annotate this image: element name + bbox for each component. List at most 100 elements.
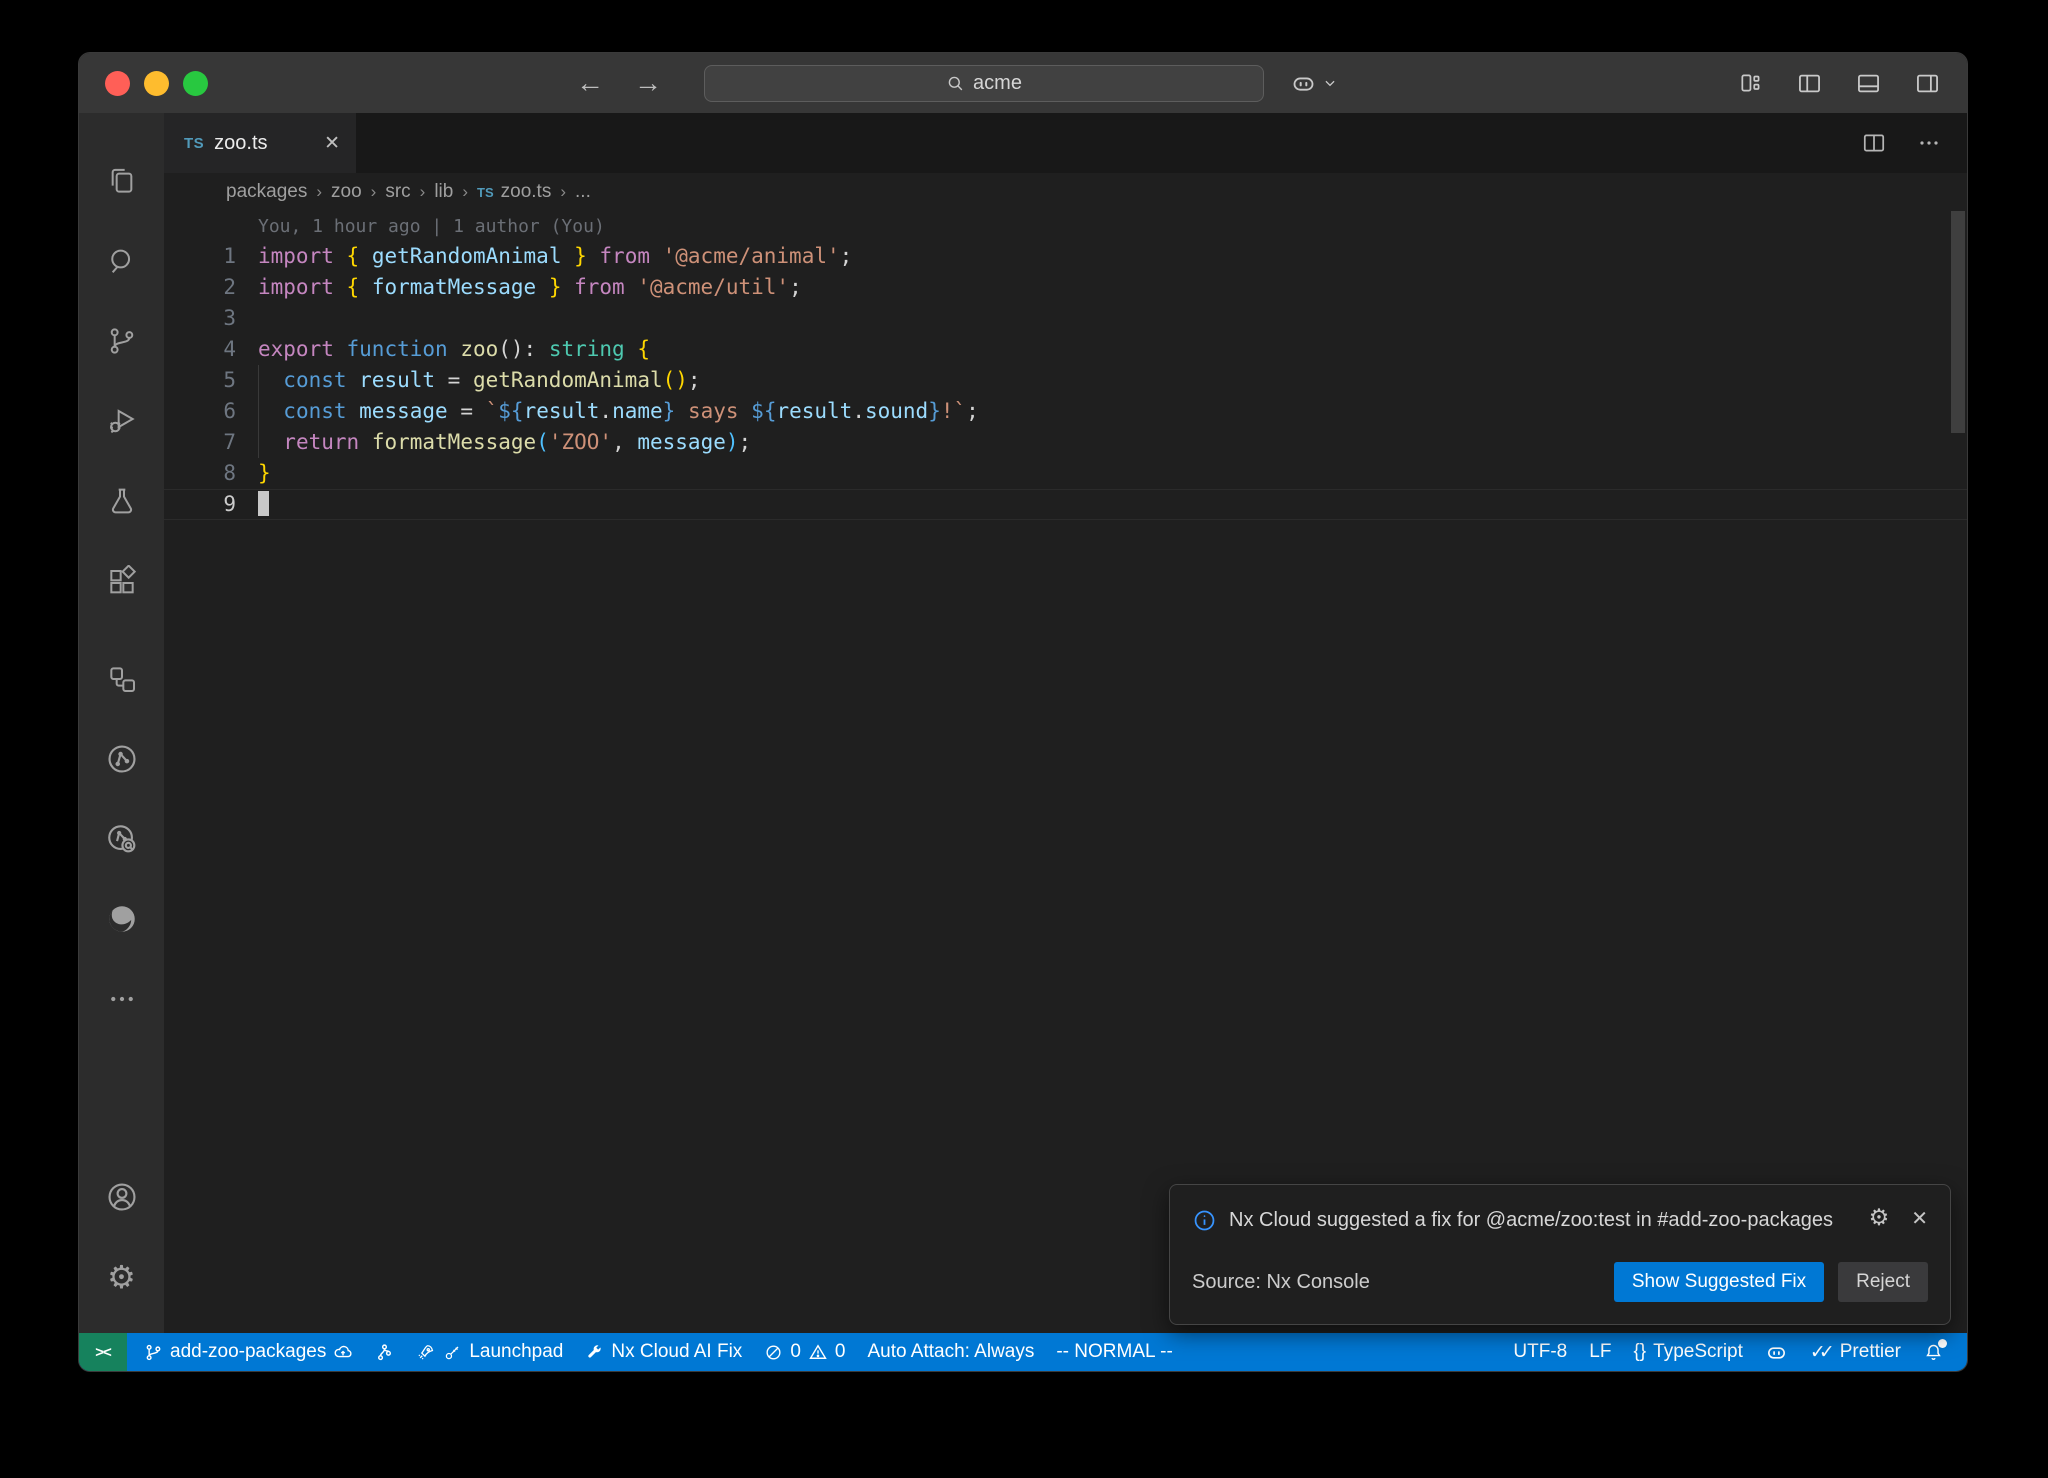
tab-close-icon[interactable]: ✕ xyxy=(324,132,340,155)
encoding-label: UTF-8 xyxy=(1513,1341,1567,1363)
code-line[interactable]: 8} xyxy=(164,458,1967,489)
chevron-right-icon: › xyxy=(420,182,426,202)
breadcrumb-packages[interactable]: packages xyxy=(226,181,307,203)
launchpad-label: Launchpad xyxy=(469,1341,563,1363)
reject-button[interactable]: Reject xyxy=(1838,1262,1928,1302)
line-content: return formatMessage('ZOO', message); xyxy=(236,427,751,458)
ellipsis-icon xyxy=(107,984,137,1014)
eol-label: LF xyxy=(1589,1341,1611,1363)
sidebar-item-run-debug[interactable] xyxy=(79,381,164,461)
breadcrumb-overflow[interactable]: ... xyxy=(575,181,591,203)
problems-item[interactable]: 0 0 xyxy=(753,1333,856,1371)
line-content xyxy=(236,490,269,519)
sidebar-item-explorer[interactable] xyxy=(79,141,164,221)
git-branch-item[interactable]: add-zoo-packages xyxy=(133,1333,364,1371)
code-editor[interactable]: You, 1 hour ago | 1 author (You) 1import… xyxy=(164,211,1967,1333)
sidebar-item-edge-browser[interactable] xyxy=(79,879,164,959)
sidebar-item-testing[interactable] xyxy=(79,461,164,541)
source-control-graph-item[interactable] xyxy=(364,1333,405,1371)
code-line[interactable]: 4export function zoo(): string { xyxy=(164,334,1967,365)
sidebar-item-extensions[interactable] xyxy=(79,541,164,621)
line-number: 8 xyxy=(164,458,236,489)
line-content: } xyxy=(236,458,271,489)
traffic-lights xyxy=(105,71,208,96)
notification-close-icon[interactable]: ✕ xyxy=(1911,1209,1928,1229)
linked-squares-icon xyxy=(106,663,138,695)
nx-cloud-ai-fix-item[interactable]: Nx Cloud AI Fix xyxy=(574,1333,753,1371)
tab-bar: TS zoo.ts ✕ xyxy=(164,113,1967,173)
typescript-file-icon: TS xyxy=(184,135,204,152)
sidebar-item-source-control[interactable] xyxy=(79,301,164,381)
line-number: 6 xyxy=(164,396,236,427)
breadcrumb-lib[interactable]: lib xyxy=(434,181,453,203)
customize-layout-icon[interactable] xyxy=(1738,70,1764,96)
code-line[interactable]: 2import { formatMessage } from '@acme/ut… xyxy=(164,272,1967,303)
launchpad-item[interactable]: Launchpad xyxy=(405,1333,574,1371)
code-line[interactable]: 7 return formatMessage('ZOO', message); xyxy=(164,427,1967,458)
maximize-window-button[interactable] xyxy=(183,71,208,96)
code-line[interactable]: 1import { getRandomAnimal } from '@acme/… xyxy=(164,241,1967,272)
editor-more-actions-icon[interactable] xyxy=(1917,131,1941,155)
encoding-item[interactable]: UTF-8 xyxy=(1502,1333,1578,1371)
copilot-status-item[interactable] xyxy=(1754,1333,1799,1371)
rocket-icon xyxy=(416,1342,436,1362)
extensions-icon xyxy=(106,565,138,597)
line-content xyxy=(236,303,258,334)
tab-zoo-ts[interactable]: TS zoo.ts ✕ xyxy=(164,113,356,173)
status-bar: >< add-zoo-packages Launchpad Nx Cloud A… xyxy=(79,1333,1967,1371)
accounts-button[interactable] xyxy=(79,1157,164,1237)
code-line[interactable]: 3 xyxy=(164,303,1967,334)
toggle-panel-icon[interactable] xyxy=(1855,70,1882,97)
toggle-secondary-sidebar-icon[interactable] xyxy=(1914,70,1941,97)
code-line[interactable]: 5 const result = getRandomAnimal(); xyxy=(164,365,1967,396)
notification-dot-badge xyxy=(1938,1339,1947,1348)
sidebar-item-search[interactable] xyxy=(79,221,164,301)
notification-toast: Nx Cloud suggested a fix for @acme/zoo:t… xyxy=(1169,1184,1951,1325)
command-center-search[interactable]: acme xyxy=(704,65,1264,102)
sidebar-item-nx-console[interactable] xyxy=(79,719,164,799)
error-icon xyxy=(764,1343,783,1362)
vim-mode-item[interactable]: -- NORMAL -- xyxy=(1045,1333,1183,1371)
line-content: import { getRandomAnimal } from '@acme/a… xyxy=(236,241,852,272)
language-mode-item[interactable]: {} TypeScript xyxy=(1622,1333,1753,1371)
notification-settings-icon[interactable]: ⚙ xyxy=(1869,1207,1890,1230)
notifications-bell-item[interactable] xyxy=(1912,1333,1955,1371)
auto-attach-item[interactable]: Auto Attach: Always xyxy=(856,1333,1045,1371)
code-line[interactable]: 6 const message = `${result.name} says $… xyxy=(164,396,1967,427)
search-icon xyxy=(946,74,965,93)
editor-scrollbar[interactable] xyxy=(1951,211,1965,433)
code-line[interactable]: 9 xyxy=(164,489,1967,520)
split-editor-icon[interactable] xyxy=(1861,130,1887,156)
typescript-file-icon: TS xyxy=(477,185,494,200)
breadcrumb-zoo[interactable]: zoo xyxy=(331,181,362,203)
nx-cloud-icon xyxy=(105,822,139,856)
back-button[interactable]: ← xyxy=(576,67,604,99)
error-count: 0 xyxy=(790,1341,801,1363)
copilot-icon xyxy=(1290,70,1317,97)
close-window-button[interactable] xyxy=(105,71,130,96)
line-number: 4 xyxy=(164,334,236,365)
line-content: const message = `${result.name} says ${r… xyxy=(236,396,979,427)
forward-button[interactable]: → xyxy=(634,67,662,99)
minimize-window-button[interactable] xyxy=(144,71,169,96)
remote-indicator[interactable]: >< xyxy=(79,1333,127,1371)
sidebar-item-nx-projects[interactable] xyxy=(79,639,164,719)
toggle-primary-sidebar-icon[interactable] xyxy=(1796,70,1823,97)
line-number: 5 xyxy=(164,365,236,396)
copilot-menu-button[interactable] xyxy=(1290,70,1337,97)
nx-cloud-ai-fix-label: Nx Cloud AI Fix xyxy=(611,1341,742,1363)
line-number: 7 xyxy=(164,427,236,458)
prettier-item[interactable]: ✓✓ Prettier xyxy=(1799,1333,1912,1371)
breadcrumb-file[interactable]: zoo.ts xyxy=(501,181,552,203)
eol-item[interactable]: LF xyxy=(1578,1333,1622,1371)
line-number: 1 xyxy=(164,241,236,272)
auto-attach-label: Auto Attach: Always xyxy=(867,1341,1034,1363)
settings-button[interactable]: ⚙ xyxy=(79,1237,164,1317)
sidebar-item-nx-cloud[interactable] xyxy=(79,799,164,879)
titlebar: ← → acme xyxy=(79,53,1967,113)
prettier-label: Prettier xyxy=(1840,1341,1901,1363)
show-suggested-fix-button[interactable]: Show Suggested Fix xyxy=(1614,1262,1824,1302)
sidebar-item-more-views[interactable] xyxy=(79,959,164,1039)
breadcrumb-src[interactable]: src xyxy=(385,181,410,203)
tab-label: zoo.ts xyxy=(214,132,267,155)
